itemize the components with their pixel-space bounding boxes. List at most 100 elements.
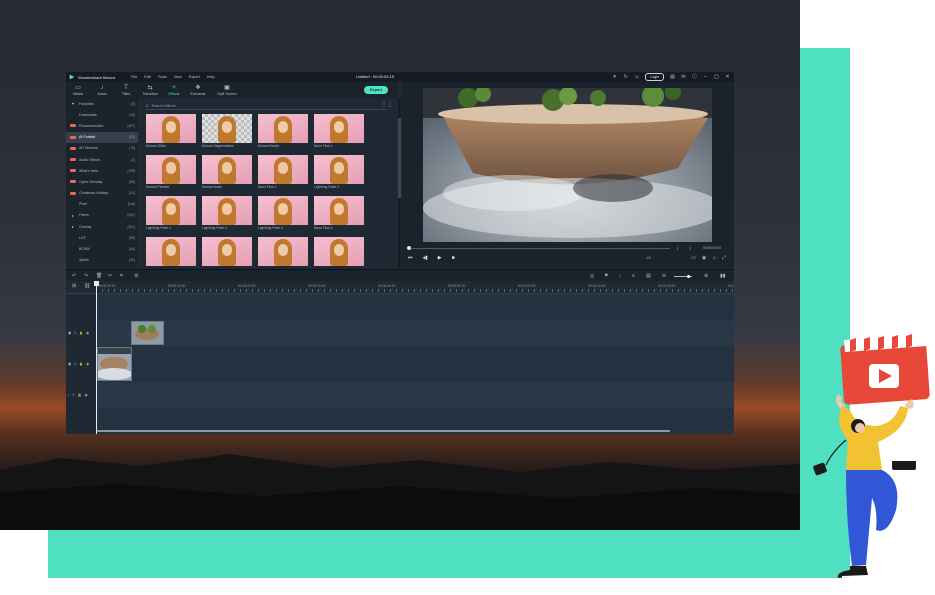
sidebar-item[interactable]: Pixel [116] [66,199,138,210]
effect-thumbnail[interactable] [202,114,252,143]
preview-quality-select[interactable]: 1/2 [646,256,651,260]
add-track-icon[interactable]: ⊞ [72,283,76,289]
stop-icon[interactable]: ■ [452,255,455,261]
tab-media[interactable]: ▭ Media [66,85,90,96]
tab-titles[interactable]: T Titles [114,85,138,96]
lock-icon[interactable]: 🔒 [79,331,83,335]
step-back-icon[interactable]: ◂▮ [423,255,428,261]
tab-effects[interactable]: ✧ Effects [162,85,186,96]
zoom-slider-knob[interactable] [687,274,690,278]
timeline-zoom-slider[interactable] [674,274,692,278]
fullscreen-icon[interactable]: ⤢ [722,255,726,261]
timeline-scrollbar[interactable] [96,430,670,432]
sidebar-item[interactable]: Spells [30] [66,255,138,266]
pause-panel-icon[interactable]: ▮▮ [720,273,726,279]
link-icon[interactable]: ⛓ [84,283,90,289]
sidebar-item[interactable]: ♥ Favorites [0] [66,98,138,109]
sidebar-item[interactable]: Christmas Holiday [24] [66,188,138,199]
bulb-icon[interactable]: ☀ [612,74,617,80]
video-track-2[interactable]: ▣ 1 🔒 ◉ [66,320,734,346]
tab-split-screen[interactable]: ▣ Split Screen [210,85,244,96]
effect-thumbnail[interactable] [258,196,308,225]
effect-thumbnail[interactable] [202,237,252,266]
play-icon[interactable]: ▶ [438,255,442,261]
sidebar-item[interactable]: ▸ Filters [332] [66,210,138,221]
playback-progress[interactable] [407,246,670,250]
effect-thumbnail[interactable] [202,196,252,225]
sidebar-item[interactable]: What's New [195] [66,165,138,176]
progress-handle[interactable] [407,246,411,250]
menu-file[interactable]: File [131,75,137,79]
menu-help[interactable]: Help [207,75,215,79]
search-box[interactable]: ⌕ Search effects [146,102,386,110]
render-icon[interactable]: ◎ [590,273,594,279]
effect-thumbnail[interactable] [146,114,196,143]
effect-thumbnail[interactable] [146,155,196,184]
sidebar-item[interactable]: Downloads [18] [66,109,138,120]
maximize-icon[interactable]: ▢ [714,74,719,80]
tab-audio[interactable]: ♪ Audio [90,85,114,96]
volume-icon[interactable]: ♫ [712,255,716,261]
grid-view-icon[interactable]: ⋮⋮ [381,101,393,108]
effect-thumbnail[interactable] [258,237,308,266]
effect-thumbnail[interactable] [314,114,364,143]
cut-icon[interactable]: ✂ [108,273,112,279]
tab-transition[interactable]: ⇆ Transition [138,85,162,96]
menu-export[interactable]: Export [189,75,200,79]
sidebar-item[interactable]: AR Stickers [76] [66,143,138,154]
playhead-handle[interactable] [94,281,99,286]
redo-icon[interactable]: ↷ [84,273,88,279]
sidebar-item[interactable]: Audio Effects [2] [66,154,138,165]
effect-thumbnail[interactable] [146,237,196,266]
effect-thumbnail[interactable] [314,155,364,184]
eye-icon[interactable]: ◉ [86,331,89,335]
sidebar-item[interactable]: Recommended [167] [66,120,138,131]
effect-thumbnail[interactable] [146,196,196,225]
mute-icon[interactable]: ◉ [85,393,88,397]
undo-icon[interactable]: ↶ [72,273,76,279]
menu-view[interactable]: View [174,75,182,79]
effect-thumbnail[interactable] [258,155,308,184]
crop-icon[interactable]: ⌗ [120,273,123,279]
timeline-clip[interactable] [97,347,132,381]
menu-tools[interactable]: Tools [158,75,167,79]
tab-elements[interactable]: ❖ Elements [186,85,210,96]
effect-thumbnail[interactable] [314,196,364,225]
marker-icon[interactable]: ⚑ [604,273,608,279]
zoom-in-icon[interactable]: ⊕ [704,273,708,279]
effects-scrollbar[interactable] [398,98,401,268]
effects-scrollbar-thumb[interactable] [398,118,401,198]
login-button[interactable]: Login [645,73,664,81]
close-icon[interactable]: ✕ [725,74,730,80]
mixer-icon[interactable]: ≡ [632,273,635,279]
monitor-icon[interactable]: ▭ [691,255,696,261]
sidebar-item[interactable]: Cyber Monday [56] [66,176,138,187]
zoom-out-icon[interactable]: ⊖ [662,273,666,279]
timeline-clip[interactable] [131,321,164,345]
effect-thumbnail[interactable] [202,155,252,184]
snapshot-icon[interactable]: ◉ [702,255,706,261]
refresh-icon[interactable]: ↻ [623,74,628,80]
in-out-markers[interactable]: { } [677,245,696,250]
minimize-icon[interactable]: – [703,74,708,80]
sidebar-item[interactable]: BCBW [46] [66,243,138,254]
sidebar-item[interactable]: LUT [89] [66,232,138,243]
info-icon[interactable]: ⓘ [692,74,697,80]
effect-thumbnail[interactable] [258,114,308,143]
playhead[interactable] [94,281,99,434]
search-input[interactable]: Search effects [152,104,176,108]
eye-icon[interactable]: ◉ [86,362,89,366]
adjust-icon[interactable]: ⚙ [134,273,138,279]
sidebar-item[interactable]: AI Portrait [32] [66,131,138,143]
mic-icon[interactable]: ♁ [618,273,622,279]
save-icon[interactable]: ▤ [670,74,675,80]
mail-icon[interactable]: ✉ [681,74,686,80]
video-track-1[interactable]: ▣ 1 🔒 ◉ [66,346,734,382]
sidebar-item[interactable]: ▸ Overlay [331] [66,221,138,232]
export-button[interactable]: Export [364,86,388,94]
delete-icon[interactable]: 🗑 [96,273,102,279]
lock-icon[interactable]: 🔒 [78,393,82,397]
rewind-icon[interactable]: ⏮ [408,255,413,261]
lock-icon[interactable]: 🔒 [79,362,83,366]
timeline-ruler[interactable]: ⊞ ⛓ 00:00:00:00 00:00:10:00 00:00:20:00 00:… [66,281,734,294]
